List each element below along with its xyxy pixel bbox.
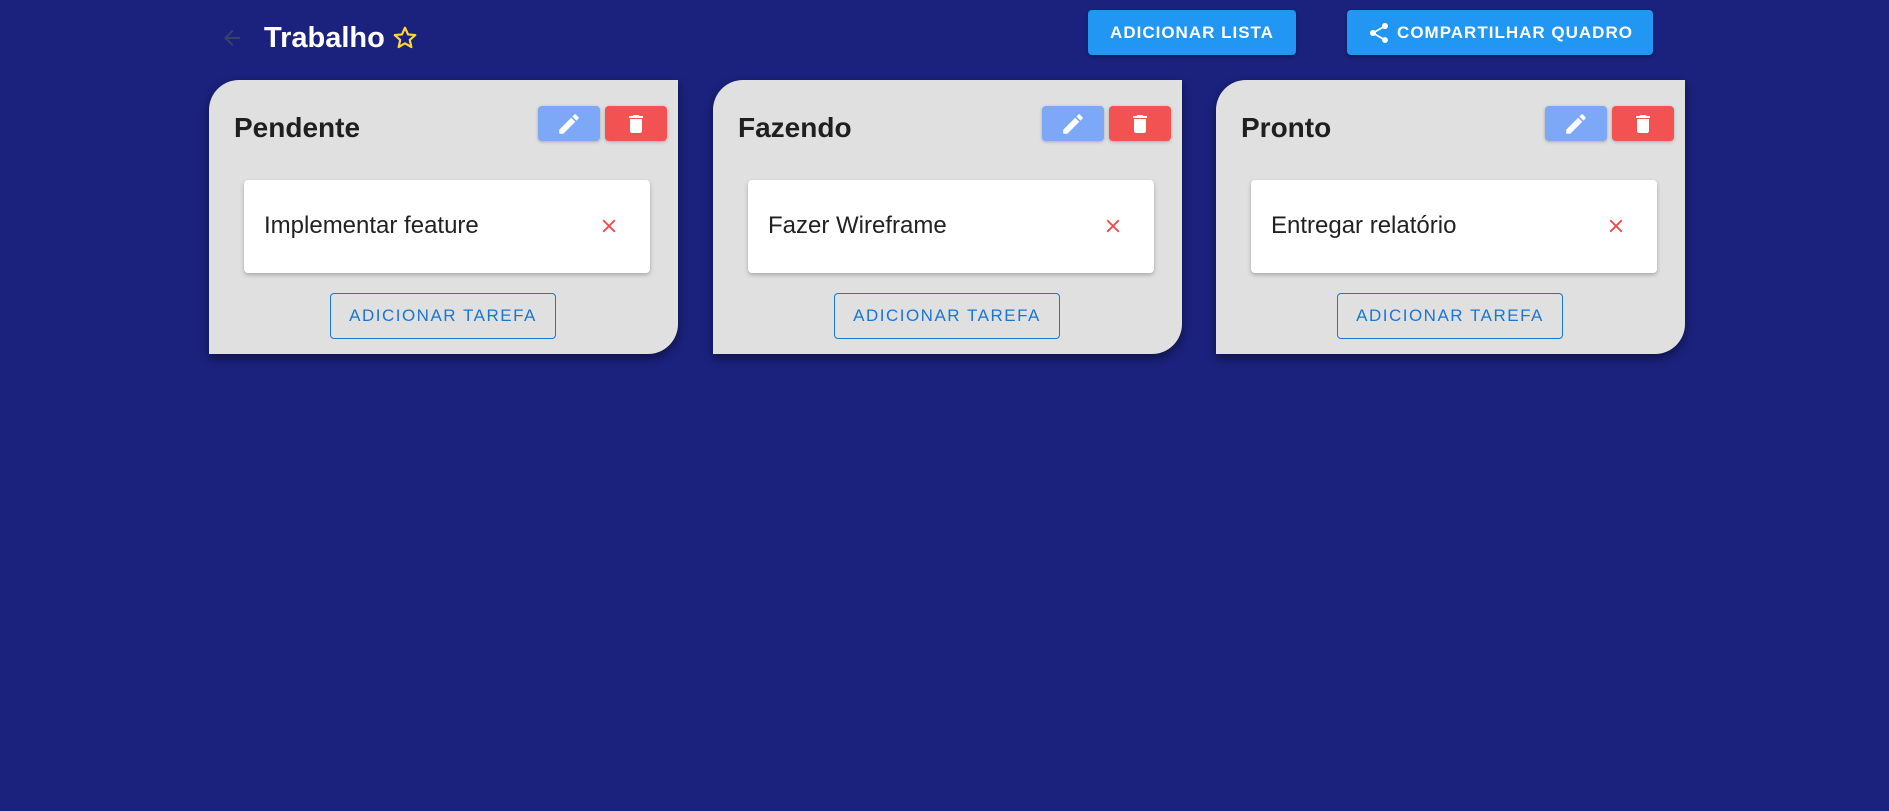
favorite-button[interactable]	[390, 22, 420, 54]
add-task-button[interactable]: ADICIONAR TAREFA	[1337, 293, 1563, 339]
list-column: Fazendo Fazer Wireframe ADICIONAR TAREFA	[713, 80, 1182, 354]
edit-list-button[interactable]	[1042, 106, 1104, 141]
add-list-label: ADICIONAR LISTA	[1110, 22, 1274, 42]
delete-list-button[interactable]	[1109, 106, 1171, 141]
task-card[interactable]: Fazer Wireframe	[748, 180, 1154, 273]
edit-list-button[interactable]	[1545, 106, 1607, 141]
share-board-label: COMPARTILHAR QUADRO	[1397, 22, 1633, 42]
pencil-icon	[1566, 113, 1586, 134]
remove-task-button[interactable]	[594, 211, 624, 241]
trash-icon	[629, 114, 643, 133]
add-task-label: ADICIONAR TAREFA	[853, 306, 1041, 325]
add-task-label: ADICIONAR TAREFA	[1356, 306, 1544, 325]
back-button[interactable]	[216, 22, 248, 54]
trash-icon	[1133, 114, 1147, 133]
delete-list-button[interactable]	[1612, 106, 1674, 141]
share-board-button[interactable]: COMPARTILHAR QUADRO	[1347, 10, 1653, 55]
add-task-button[interactable]: ADICIONAR TAREFA	[834, 293, 1060, 339]
list-title: Pronto	[1241, 112, 1332, 143]
list-title: Pendente	[234, 112, 361, 143]
board-header: Trabalho ADICIONAR LISTA COMPARTILHAR QU…	[0, 0, 1889, 70]
task-text: Implementar feature	[264, 212, 479, 239]
trash-icon	[1636, 114, 1650, 133]
add-task-label: ADICIONAR TAREFA	[349, 306, 537, 325]
remove-task-button[interactable]	[1098, 211, 1128, 241]
edit-list-button[interactable]	[538, 106, 600, 141]
close-icon	[1609, 219, 1623, 233]
task-text: Entregar relatório	[1271, 212, 1457, 239]
task-card[interactable]: Implementar feature	[244, 180, 650, 273]
close-icon	[1106, 219, 1120, 233]
add-list-button[interactable]: ADICIONAR LISTA	[1088, 10, 1296, 55]
board-title: Trabalho	[264, 22, 385, 54]
share-icon	[1370, 22, 1389, 43]
arrow-left-icon	[224, 30, 240, 46]
delete-list-button[interactable]	[605, 106, 667, 141]
star-outline-icon	[393, 26, 417, 49]
list-title: Fazendo	[738, 112, 852, 143]
list-column: Pendente Implementar feature ADICIONAR T…	[209, 80, 678, 354]
pencil-icon	[1063, 113, 1083, 134]
task-card[interactable]: Entregar relatório	[1251, 180, 1657, 273]
task-text: Fazer Wireframe	[768, 212, 947, 239]
list-column: Pronto Entregar relatório ADICIONAR TARE…	[1216, 80, 1685, 354]
add-task-button[interactable]: ADICIONAR TAREFA	[330, 293, 556, 339]
close-icon	[602, 219, 616, 233]
pencil-icon	[559, 113, 579, 134]
remove-task-button[interactable]	[1601, 211, 1631, 241]
